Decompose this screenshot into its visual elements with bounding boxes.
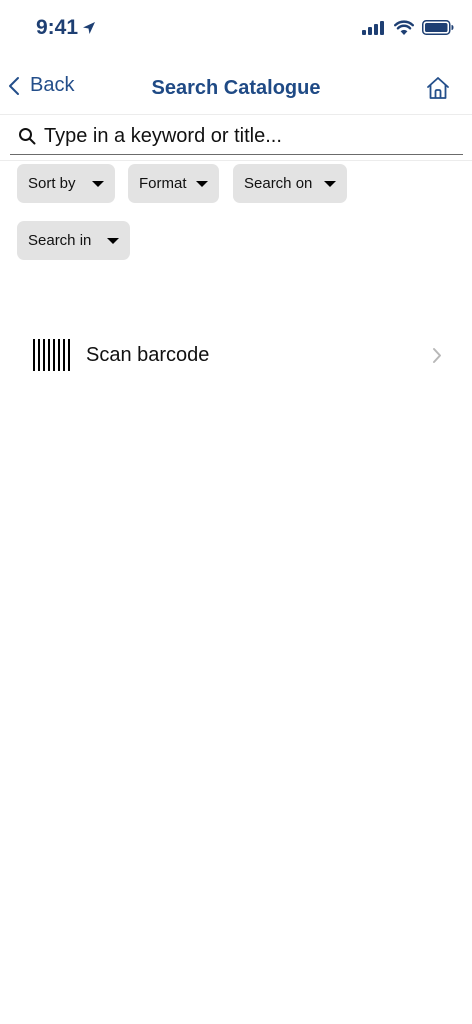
scan-barcode-row[interactable]: Scan barcode [0, 330, 472, 382]
search-catalogue-screen: 9:41 Back Search Catalogue Type in a key… [0, 0, 472, 1024]
home-icon [426, 76, 450, 100]
search-on-dropdown[interactable]: Search on [233, 164, 347, 203]
home-button[interactable] [426, 76, 450, 100]
location-arrow-icon [82, 21, 96, 35]
search-in-dropdown[interactable]: Search in [17, 221, 130, 260]
navigation-bar: Back Search Catalogue [0, 60, 472, 115]
search-in-label: Search in [28, 232, 92, 249]
cellular-signal-icon [362, 20, 386, 35]
sort-by-dropdown[interactable]: Sort by [17, 164, 115, 203]
page-title: Search Catalogue [151, 77, 321, 99]
caret-down-icon [107, 237, 119, 244]
divider [0, 160, 472, 161]
search-bar [10, 118, 463, 155]
wifi-icon [394, 20, 414, 35]
status-time-label: 9:41 [36, 16, 79, 39]
caret-down-icon [324, 180, 336, 187]
format-label: Format [139, 175, 187, 192]
barcode-icon [33, 339, 70, 371]
status-time: 9:41 [36, 16, 96, 40]
search-icon [10, 127, 44, 145]
status-indicators [362, 20, 454, 35]
scan-barcode-label: Scan barcode [86, 344, 210, 366]
format-dropdown[interactable]: Format [128, 164, 219, 203]
search-on-label: Search on [244, 175, 313, 192]
status-bar: 9:41 [0, 0, 472, 60]
chevron-right-icon [432, 347, 442, 364]
search-input[interactable] [44, 124, 444, 148]
sort-by-label: Sort by [28, 175, 76, 192]
battery-icon [422, 20, 454, 35]
caret-down-icon [92, 180, 104, 187]
caret-down-icon [196, 180, 208, 187]
